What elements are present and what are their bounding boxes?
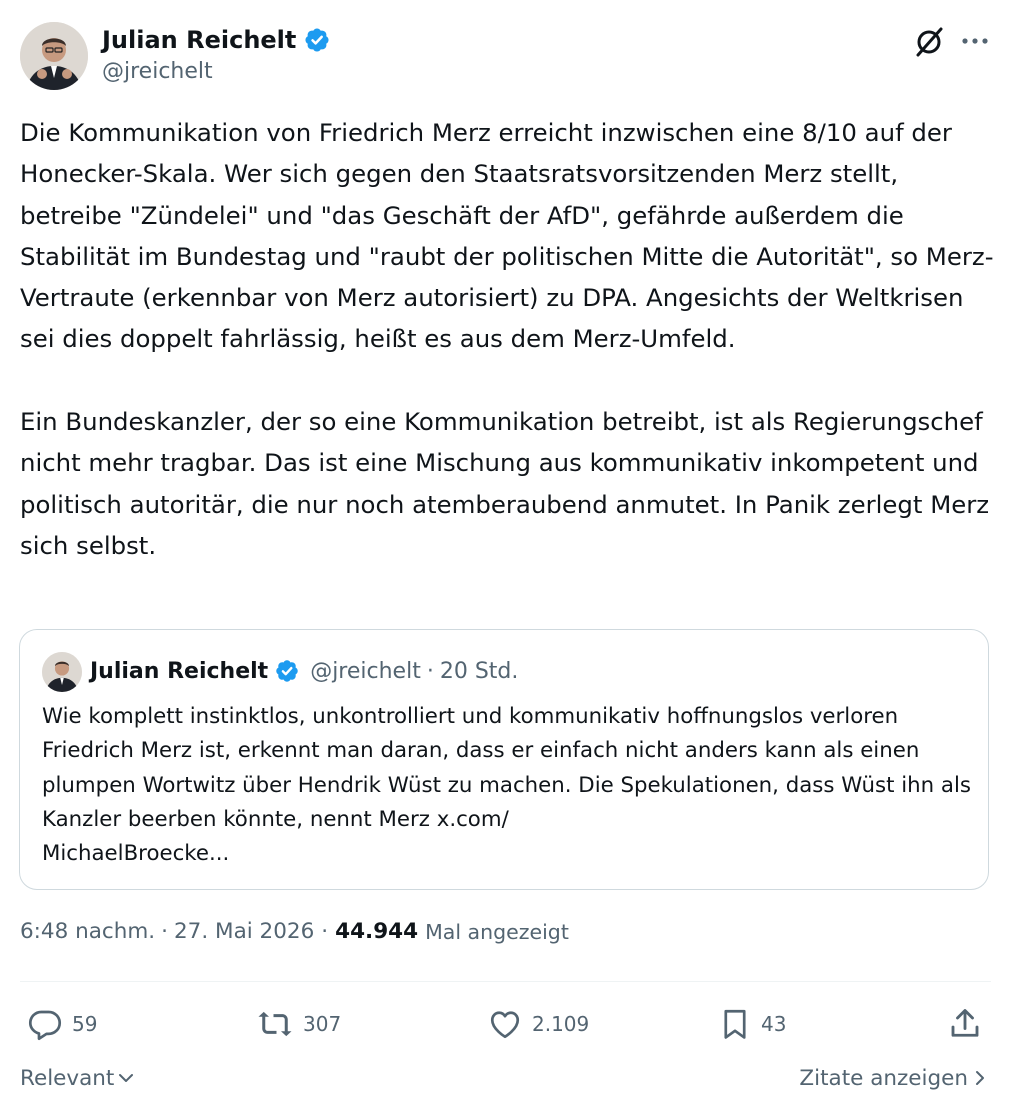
quote-avatar	[42, 652, 82, 692]
sort-label: Relevant	[20, 1065, 115, 1091]
heart-icon	[487, 1006, 523, 1042]
chevron-right-icon	[972, 1068, 988, 1088]
sort-dropdown[interactable]: Relevant	[20, 1063, 136, 1093]
author-name[interactable]: Julian Reichelt	[102, 26, 296, 54]
like-count: 2.109	[532, 1012, 590, 1036]
author-handle[interactable]: @jreichelt	[102, 59, 213, 84]
reply-icon	[27, 1006, 63, 1042]
reply-button[interactable]: 59	[27, 1002, 97, 1046]
repost-icon	[256, 1006, 294, 1042]
reply-count: 59	[72, 1012, 98, 1036]
bookmark-icon	[718, 1006, 752, 1042]
repost-count: 307	[303, 1012, 342, 1036]
share-icon	[947, 1006, 983, 1042]
share-button[interactable]	[947, 1002, 983, 1046]
repost-button[interactable]: 307	[256, 1002, 341, 1046]
verified-badge-icon	[274, 658, 300, 684]
quoted-tweet[interactable]: Julian Reichelt @jreichelt · 20 Std. Wie…	[19, 629, 989, 890]
chevron-down-icon	[116, 1068, 136, 1088]
view-count: 44.944	[335, 919, 419, 944]
tweet-date[interactable]: 27. Mai 2026	[174, 919, 314, 944]
tweet-time[interactable]: 6:48 nachm.	[20, 919, 155, 944]
quote-timestamp: 20 Std.	[439, 658, 519, 684]
meta-separator: ·	[321, 919, 329, 944]
author-avatar[interactable]	[20, 22, 88, 90]
quote-separator: ·	[426, 658, 434, 684]
verified-badge-icon	[303, 26, 331, 54]
view-count-label: Mal angezeigt	[425, 919, 569, 944]
grok-icon[interactable]	[912, 25, 946, 59]
avatar-photo	[20, 22, 88, 90]
more-icon[interactable]	[960, 34, 990, 48]
quote-author-name: Julian Reichelt	[90, 658, 269, 684]
show-quotes-link[interactable]: Zitate anzeigen	[799, 1063, 988, 1093]
meta-separator: ·	[161, 919, 168, 944]
bookmark-button[interactable]: 43	[718, 1002, 786, 1046]
quote-author-handle: @jreichelt	[310, 658, 421, 684]
divider	[20, 981, 991, 982]
show-quotes-label: Zitate anzeigen	[799, 1065, 968, 1091]
quote-text: Wie komplett instinktlos, unkontrolliert…	[42, 704, 971, 867]
like-button[interactable]: 2.109	[487, 1002, 589, 1046]
bookmark-count: 43	[761, 1012, 787, 1036]
tweet-text: Die Kommunikation von Friedrich Merz err…	[20, 118, 994, 560]
